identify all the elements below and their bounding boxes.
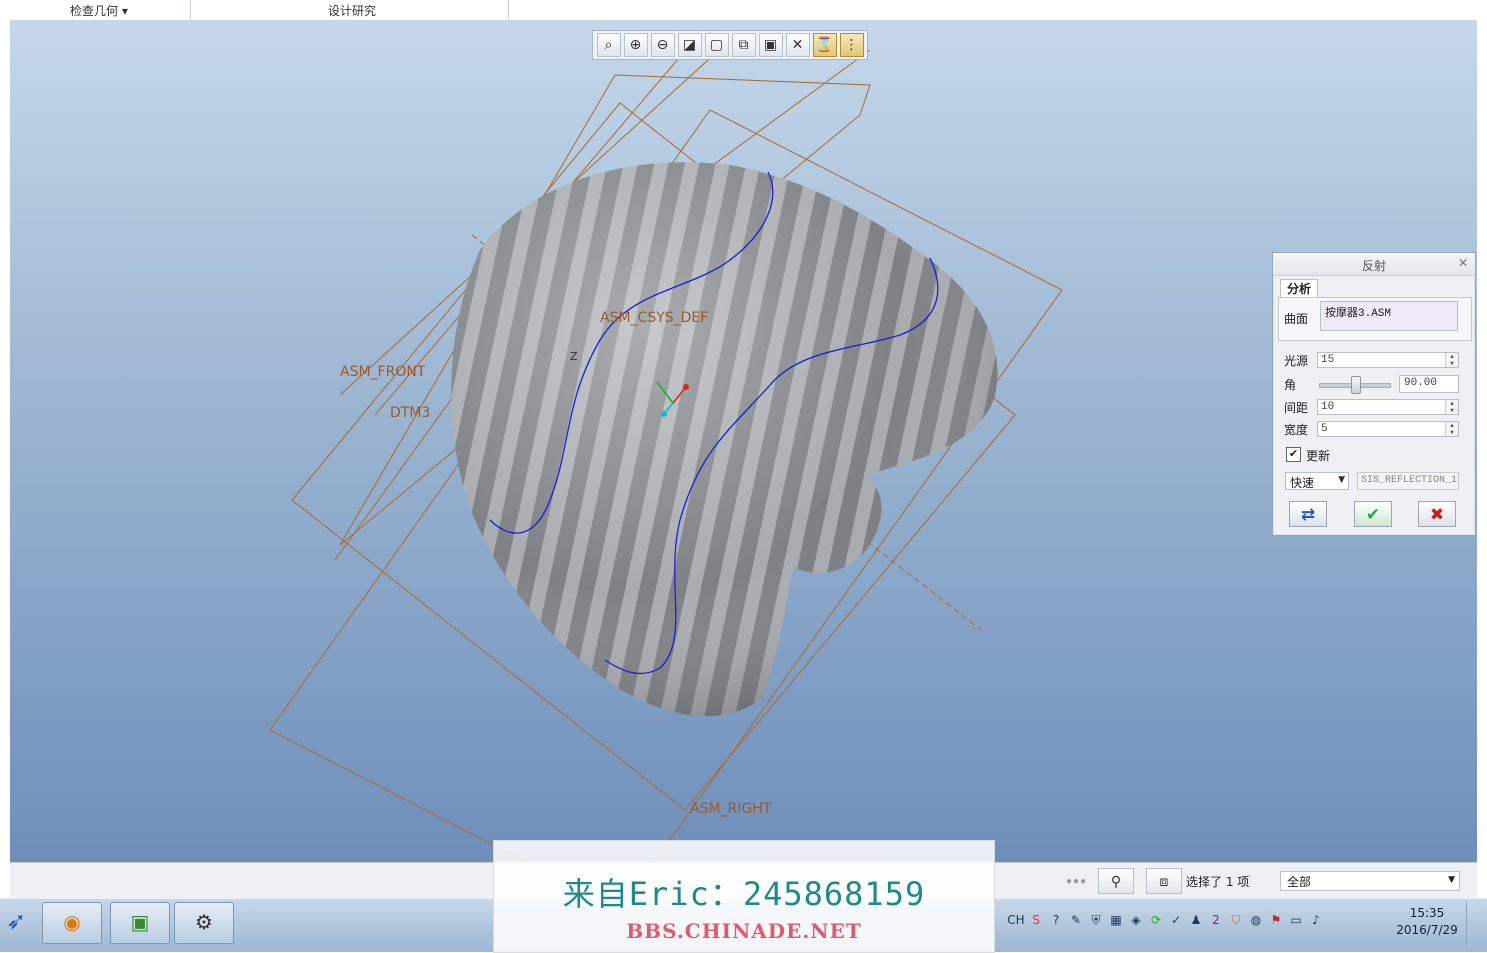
selection-filter-select[interactable]: 全部 ▼ [1280,871,1460,891]
display-style-icon[interactable]: ▢ [704,33,729,57]
taskbar-app-window[interactable]: ▣ [110,902,170,944]
lang-indicator[interactable]: CH [1006,913,1026,927]
front-plane-label: ASM_FRONT [340,364,426,380]
view-toolbar: ⌕ ⊕ ⊖ ◪ ▢ ⧉ ▣ ✕ ⌛ ⋮ [592,30,868,60]
surface-label: 曲面 [1284,312,1309,326]
angle-label: 角 [1284,378,1297,392]
light-stepper[interactable]: 15 ▲ ▼ [1317,352,1459,368]
tab-design-study[interactable]: 设计研究 [328,2,376,19]
badge-2-icon[interactable]: 2 [1206,913,1226,927]
analysis-name-field[interactable]: SIS_REFLECTION_1 [1357,472,1459,490]
flag-icon[interactable]: ⚑ [1266,913,1286,927]
volume-icon[interactable]: ♪ [1306,913,1326,927]
network-icon[interactable]: ◈ [1126,913,1146,927]
find-button[interactable]: ⚲ [1098,868,1134,894]
chevron-down-icon: ▼ [1338,475,1345,485]
show-desktop-button[interactable] [1466,901,1477,945]
browser-icon: ◉ [63,912,81,934]
grid-icon[interactable]: ▦ [1106,913,1126,927]
window-icon: ▣ [130,912,150,934]
right-plane-label: ASM_RIGHT [690,801,772,817]
close-icon[interactable]: ✕ [1458,256,1468,270]
light-label: 光源 [1284,354,1309,368]
refit-icon[interactable]: ⌕ [596,33,621,57]
refresh-icon[interactable]: ⟳ [1146,913,1166,927]
datum-display-icon[interactable]: ✕ [785,33,810,57]
pen-icon[interactable]: ✎ [1066,913,1086,927]
dtm3-label: DTM3 [390,405,431,421]
graphics-viewport[interactable]: ASM_CSYS_DEF ASM_FRONT DTM3 ASM_RIGHT Z [10,20,1477,862]
taskbar-app-creo[interactable]: ⚙ [174,902,234,944]
clock[interactable]: 15:35 2016/7/29 [1392,905,1462,939]
update-label: 更新 [1306,449,1331,463]
reflection-dialog: 反射 ✕ 分析 曲面 按摩器3.ASM 光源 15 ▲ ▼ 角 90.00 间距 1… [1272,252,1476,536]
z-axis-label: Z [570,350,578,363]
sogou-icon[interactable]: S [1026,913,1046,927]
update-checkbox[interactable]: ✔ [1286,447,1301,462]
spacing-stepper[interactable]: 10 ▲ ▼ [1317,399,1459,415]
dialog-title: 反射 [1361,259,1386,273]
qq-icon[interactable]: ♟ [1186,913,1206,927]
box-icon: ⧈ [1159,873,1169,889]
model-scene [269,39,1063,862]
cancel-button[interactable]: ✖ [1418,501,1456,527]
selection-box-button[interactable]: ⧈ [1146,868,1182,894]
dialog-titlebar[interactable]: 反射 ✕ [1273,253,1475,276]
width-label: 宽度 [1284,423,1309,437]
repeat-button[interactable]: ⇄ [1289,501,1327,527]
binoculars-icon: ⚲ [1110,873,1122,889]
clock-date: 2016/7/29 [1396,923,1458,937]
progress-dots-icon: ●●● [1066,876,1088,887]
watermark-contact: 来自Eric：245868159 [562,875,926,913]
csys-label: ASM_CSYS_DEF [600,310,709,326]
annotation-display-icon[interactable]: ⋮ [839,33,864,57]
view-manager-icon[interactable]: ▣ [758,33,783,57]
width-stepper[interactable]: 5 ▲ ▼ [1317,421,1459,437]
start-bird-icon[interactable]: ➶ [6,907,26,936]
bluetooth-icon[interactable]: ✓ [1166,913,1186,927]
tab-inspect-geometry[interactable]: 检查几何 ▾ [70,2,128,19]
spacing-label: 间距 [1284,401,1309,415]
tab-analysis[interactable]: 分析 [1280,279,1318,298]
watermark-site: BBS.CHINADE.NET [626,919,862,943]
watermark: 来自Eric：245868159 BBS.CHINADE.NET [493,840,995,953]
angle-slider-handle[interactable] [1351,376,1361,394]
spin-center-icon[interactable]: ⌛ [812,33,837,57]
selection-status: 选择了 1 项 [1186,875,1250,889]
system-tray: CH S ? ✎ ⛨ ▦ ◈ ⟳ ✓ ♟ 2 ⛉ ◍ ⚑ ▭ ♪ [1006,909,1326,931]
monitor-icon[interactable]: ▭ [1286,913,1306,927]
creo-icon: ⚙ [195,912,213,934]
wifi-icon[interactable]: ◍ [1246,913,1266,927]
repaint-icon[interactable]: ◪ [677,33,702,57]
chevron-down-icon: ▼ [1448,875,1455,885]
zoom-out-icon[interactable]: ⊖ [650,33,675,57]
ok-button[interactable]: ✔ [1354,501,1392,527]
taskbar-app-browser[interactable]: ◉ [42,902,102,944]
ribbon-tab-strip: 检查几何 ▾ 设计研究 [10,0,1477,21]
mode-select[interactable]: 快速 ▼ [1285,472,1349,490]
angle-input[interactable]: 90.00 [1399,375,1459,393]
help-icon[interactable]: ? [1046,913,1066,927]
zoom-in-icon[interactable]: ⊕ [623,33,648,57]
security-icon[interactable]: ⛉ [1226,913,1246,928]
surface-collector[interactable]: 按摩器3.ASM [1320,301,1458,331]
clock-time: 15:35 [1409,906,1445,920]
saved-views-icon[interactable]: ⧉ [731,33,756,57]
shield-icon[interactable]: ⛨ [1086,913,1106,928]
